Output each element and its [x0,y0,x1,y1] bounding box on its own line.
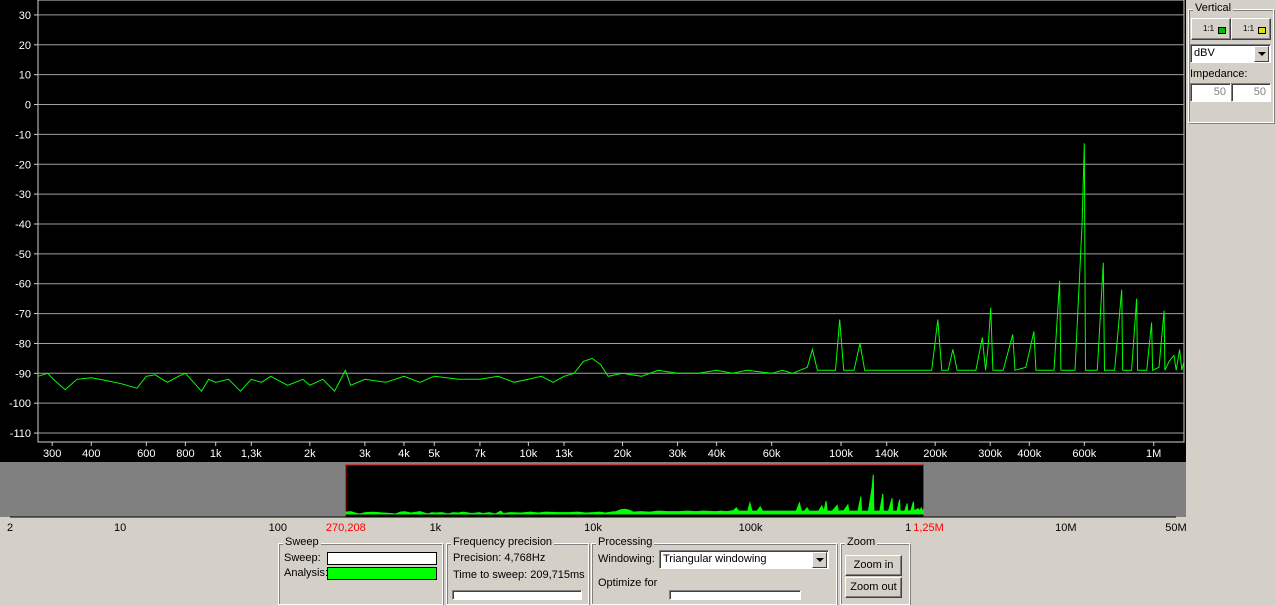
x-tick-label: 40k [708,448,726,460]
optimize-label: Optimize for [598,577,658,589]
y-tick-label: -30 [15,189,31,201]
analysis-label: Analysis: [284,567,329,579]
x-tick-label: 300 [43,448,61,460]
y-tick-label: -50 [15,249,31,261]
y-tick-label: -70 [15,309,31,321]
x-tick-label: 400 [82,448,100,460]
x-tick-label: 100k [829,448,853,460]
processing-title: Processing [596,536,655,548]
precision-title: Frequency precision [451,536,555,548]
overview-x-tick-label: 100 [269,522,287,534]
impedance-ch2-input[interactable]: 50 [1231,83,1271,102]
x-tick-label: 600 [137,448,155,460]
x-tick-label: 800 [176,448,194,460]
x-tick-label: 1,3k [241,448,262,460]
y-tick-label: -110 [10,428,31,440]
ch2-ratio-label: 1:1 [1243,24,1255,33]
overview-x-tick-label: 1k [430,522,442,534]
y-tick-label: 10 [19,70,31,82]
overview-x-tick-label: 10k [584,522,602,534]
unit-dropdown[interactable]: dBV [1190,44,1271,63]
x-tick-label: 400k [1017,448,1041,460]
optimize-slider[interactable] [669,590,801,600]
y-tick-label: -100 [9,398,31,410]
impedance-label: Impedance: [1190,68,1248,80]
ch1-ratio-button[interactable]: 1:1 [1191,18,1231,40]
overview-x-tick-label: 50M [1165,522,1186,534]
ch1-color-icon [1218,27,1226,34]
sweep-label: Sweep: [284,552,321,564]
overview-x-tick-label: 1 [905,522,911,534]
x-tick-label: 10k [519,448,537,460]
y-tick-label: -90 [15,368,31,380]
analysis-progress-bar [327,567,437,580]
x-tick-label: 1k [210,448,222,460]
overview-x-tick-label: 10M [1055,522,1076,534]
x-tick-label: 200k [923,448,947,460]
x-tick-label: 13k [555,448,573,460]
unit-dropdown-arrow-icon[interactable] [1254,46,1269,62]
selection-end-label: 1,25M [913,522,944,534]
x-tick-label: 5k [428,448,440,460]
x-tick-label: 300k [978,448,1002,460]
precision-text: Precision: 4,768Hz [453,552,546,564]
windowing-label: Windowing: [598,553,655,565]
x-tick-label: 3k [359,448,371,460]
x-tick-label: 20k [614,448,632,460]
y-tick-label: -10 [15,129,31,141]
y-tick-label: 0 [25,100,31,112]
windowing-value: Triangular windowing [663,553,767,565]
y-tick-label: 20 [19,40,31,52]
unit-value: dBV [1194,47,1215,59]
sweep-title: Sweep [283,536,321,548]
x-tick-label: 60k [763,448,781,460]
x-tick-label: 1M [1146,448,1161,460]
precision-slider[interactable] [452,590,582,600]
ch2-color-icon [1258,27,1266,34]
zoom-in-button[interactable]: Zoom in [845,555,902,576]
overview-x-tick-label: 2 [7,522,13,534]
x-tick-label: 140k [875,448,899,460]
y-tick-label: -60 [15,279,31,291]
time-to-sweep-text: Time to sweep: 209,715ms [453,569,585,581]
y-tick-label: 30 [19,10,31,22]
overview-x-tick-label: 10 [114,522,126,534]
sweep-progress-bar [327,552,437,565]
spectrum-plot[interactable]: 30 20 10 0 -10 -20 -30 -40 -50 -60 -70 -80 -90 -100 -1… [0,0,1186,462]
y-tick-label: -80 [15,338,31,350]
zoom-title: Zoom [845,536,878,548]
ch1-ratio-label: 1:1 [1203,24,1215,33]
x-tick-label: 600k [1072,448,1096,460]
y-tick-label: -40 [15,219,31,231]
x-tick-label: 2k [304,448,316,460]
y-tick-label: -20 [15,159,31,171]
vertical-title: Vertical [1193,2,1234,14]
windowing-dropdown-arrow-icon[interactable] [812,552,827,568]
zoom-out-button[interactable]: Zoom out [845,577,902,598]
x-tick-label: 7k [474,448,486,460]
x-tick-label: 30k [669,448,687,460]
overview-plot[interactable]: 2 10 100 1k 10k 100k 1 10M 50M 270,208 1,25M [0,462,1186,535]
impedance-ch1-input[interactable]: 50 [1190,83,1231,102]
x-tick-label: 4k [398,448,410,460]
overview-x-tick-label: 100k [739,522,763,534]
vertical-panel: Vertical 1:1 1:1 dBV Impedance: 50 50 [1186,0,1276,125]
selection-start-label: 270,208 [326,522,366,534]
windowing-dropdown[interactable]: Triangular windowing [659,550,829,569]
ch2-ratio-button[interactable]: 1:1 [1231,18,1271,40]
